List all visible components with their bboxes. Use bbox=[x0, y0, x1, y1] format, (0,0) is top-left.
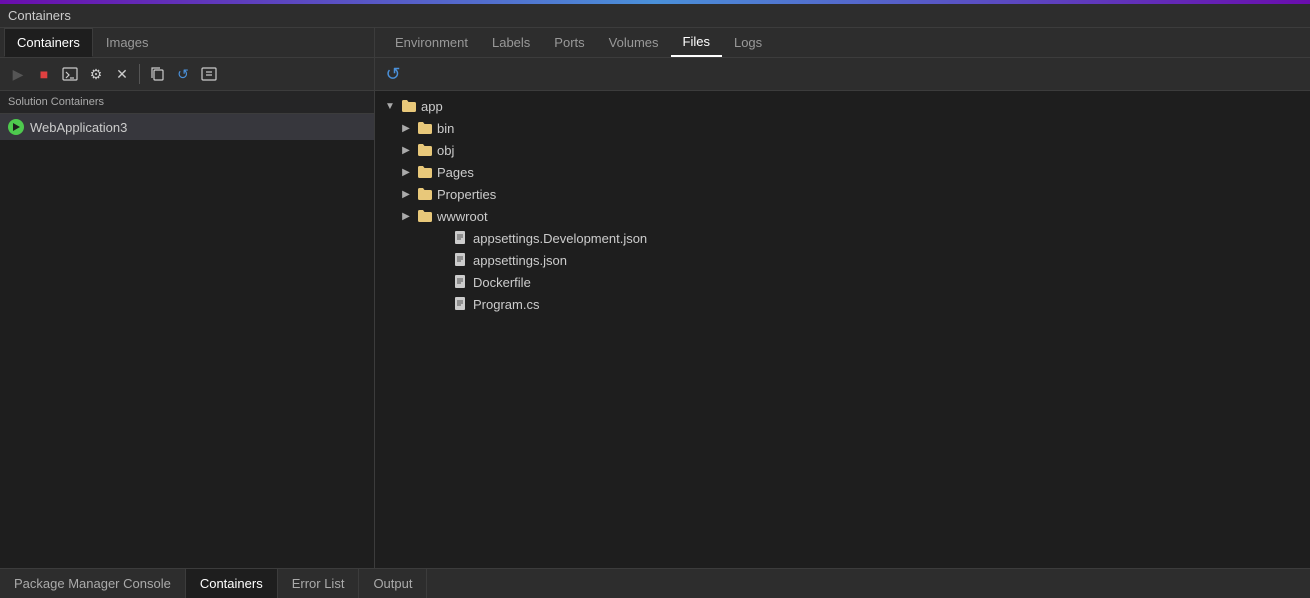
folder-icon-pages bbox=[417, 164, 433, 180]
tree-label-appsettings: appsettings.json bbox=[473, 253, 567, 268]
tree-item-wwwroot[interactable]: ▶ wwwroot bbox=[375, 205, 1310, 227]
chevron-properties: ▶ bbox=[399, 187, 413, 201]
refresh-left-button[interactable]: ↺ bbox=[171, 62, 195, 86]
toolbar-separator bbox=[139, 64, 140, 84]
chevron-bin: ▶ bbox=[399, 121, 413, 135]
chevron-pages: ▶ bbox=[399, 165, 413, 179]
tab-images[interactable]: Images bbox=[93, 28, 162, 57]
tree-item-appsettings[interactable]: appsettings.json bbox=[375, 249, 1310, 271]
chevron-app: ▼ bbox=[383, 99, 397, 113]
running-indicator bbox=[8, 119, 24, 135]
folder-icon-wwwroot bbox=[417, 208, 433, 224]
bottom-tab-error-list[interactable]: Error List bbox=[278, 569, 360, 598]
folder-icon-obj bbox=[417, 142, 433, 158]
stop-button[interactable]: ■ bbox=[32, 62, 56, 86]
bottom-tab-package-manager[interactable]: Package Manager Console bbox=[0, 569, 186, 598]
tree-item-properties[interactable]: ▶ Properties bbox=[375, 183, 1310, 205]
terminal-button[interactable] bbox=[58, 62, 82, 86]
bottom-tab-bar: Package Manager Console Containers Error… bbox=[0, 568, 1310, 598]
tree-item-program[interactable]: Program.cs bbox=[375, 293, 1310, 315]
left-panel: Containers Images ▶ ■ ⚙ ✕ bbox=[0, 28, 375, 568]
spacer-appsettings bbox=[435, 253, 449, 267]
container-item[interactable]: WebApplication3 bbox=[0, 114, 374, 140]
file-icon-program bbox=[453, 296, 469, 312]
folder-icon-properties bbox=[417, 186, 433, 202]
file-icon-appsettings-dev bbox=[453, 230, 469, 246]
tree-item-appsettings-dev[interactable]: appsettings.Development.json bbox=[375, 227, 1310, 249]
tree-label-appsettings-dev: appsettings.Development.json bbox=[473, 231, 647, 246]
bottom-tab-containers[interactable]: Containers bbox=[186, 569, 278, 598]
tree-item-app[interactable]: ▼ app bbox=[375, 95, 1310, 117]
container-list: WebApplication3 bbox=[0, 114, 374, 568]
file-icon-appsettings bbox=[453, 252, 469, 268]
container-name: WebApplication3 bbox=[30, 120, 127, 135]
tab-ports[interactable]: Ports bbox=[542, 29, 596, 56]
right-tab-bar: Environment Labels Ports Volumes Files L… bbox=[375, 28, 1310, 58]
tree-label-program: Program.cs bbox=[473, 297, 539, 312]
file-icon-dockerfile bbox=[453, 274, 469, 290]
title-label: Containers bbox=[8, 8, 71, 23]
delete-button[interactable]: ✕ bbox=[110, 62, 134, 86]
chevron-obj: ▶ bbox=[399, 143, 413, 157]
tree-label-bin: bin bbox=[437, 121, 454, 136]
tab-volumes[interactable]: Volumes bbox=[597, 29, 671, 56]
tree-item-obj[interactable]: ▶ obj bbox=[375, 139, 1310, 161]
spacer-appsettings-dev bbox=[435, 231, 449, 245]
tab-environment[interactable]: Environment bbox=[383, 29, 480, 56]
tree-label-obj: obj bbox=[437, 143, 454, 158]
tab-labels[interactable]: Labels bbox=[480, 29, 542, 56]
title-bar: Containers bbox=[0, 4, 1310, 28]
left-tab-bar: Containers Images bbox=[0, 28, 374, 58]
folder-icon-app bbox=[401, 98, 417, 114]
refresh-right-button[interactable]: ↺ bbox=[381, 62, 405, 86]
tab-logs[interactable]: Logs bbox=[722, 29, 774, 56]
copy-button[interactable] bbox=[145, 62, 169, 86]
right-panel: Environment Labels Ports Volumes Files L… bbox=[375, 28, 1310, 568]
tree-label-app: app bbox=[421, 99, 443, 114]
tree-label-wwwroot: wwwroot bbox=[437, 209, 488, 224]
bottom-tab-output[interactable]: Output bbox=[359, 569, 427, 598]
play-button[interactable]: ▶ bbox=[6, 62, 30, 86]
spacer-program bbox=[435, 297, 449, 311]
more-button[interactable] bbox=[197, 62, 221, 86]
tree-item-pages[interactable]: ▶ Pages bbox=[375, 161, 1310, 183]
file-tree: ▼ app ▶ bin ▶ obj bbox=[375, 91, 1310, 568]
folder-icon-bin bbox=[417, 120, 433, 136]
left-toolbar: ▶ ■ ⚙ ✕ ↺ bbox=[0, 58, 374, 91]
spacer-dockerfile bbox=[435, 275, 449, 289]
tab-files[interactable]: Files bbox=[671, 28, 722, 57]
settings-button[interactable]: ⚙ bbox=[84, 62, 108, 86]
main-area: Containers Images ▶ ■ ⚙ ✕ bbox=[0, 28, 1310, 568]
tree-label-pages: Pages bbox=[437, 165, 474, 180]
tree-label-dockerfile: Dockerfile bbox=[473, 275, 531, 290]
right-toolbar: ↺ bbox=[375, 58, 1310, 91]
tree-item-bin[interactable]: ▶ bin bbox=[375, 117, 1310, 139]
tree-label-properties: Properties bbox=[437, 187, 496, 202]
section-header: Solution Containers bbox=[0, 91, 374, 114]
tree-item-dockerfile[interactable]: Dockerfile bbox=[375, 271, 1310, 293]
tab-containers[interactable]: Containers bbox=[4, 28, 93, 57]
chevron-wwwroot: ▶ bbox=[399, 209, 413, 223]
